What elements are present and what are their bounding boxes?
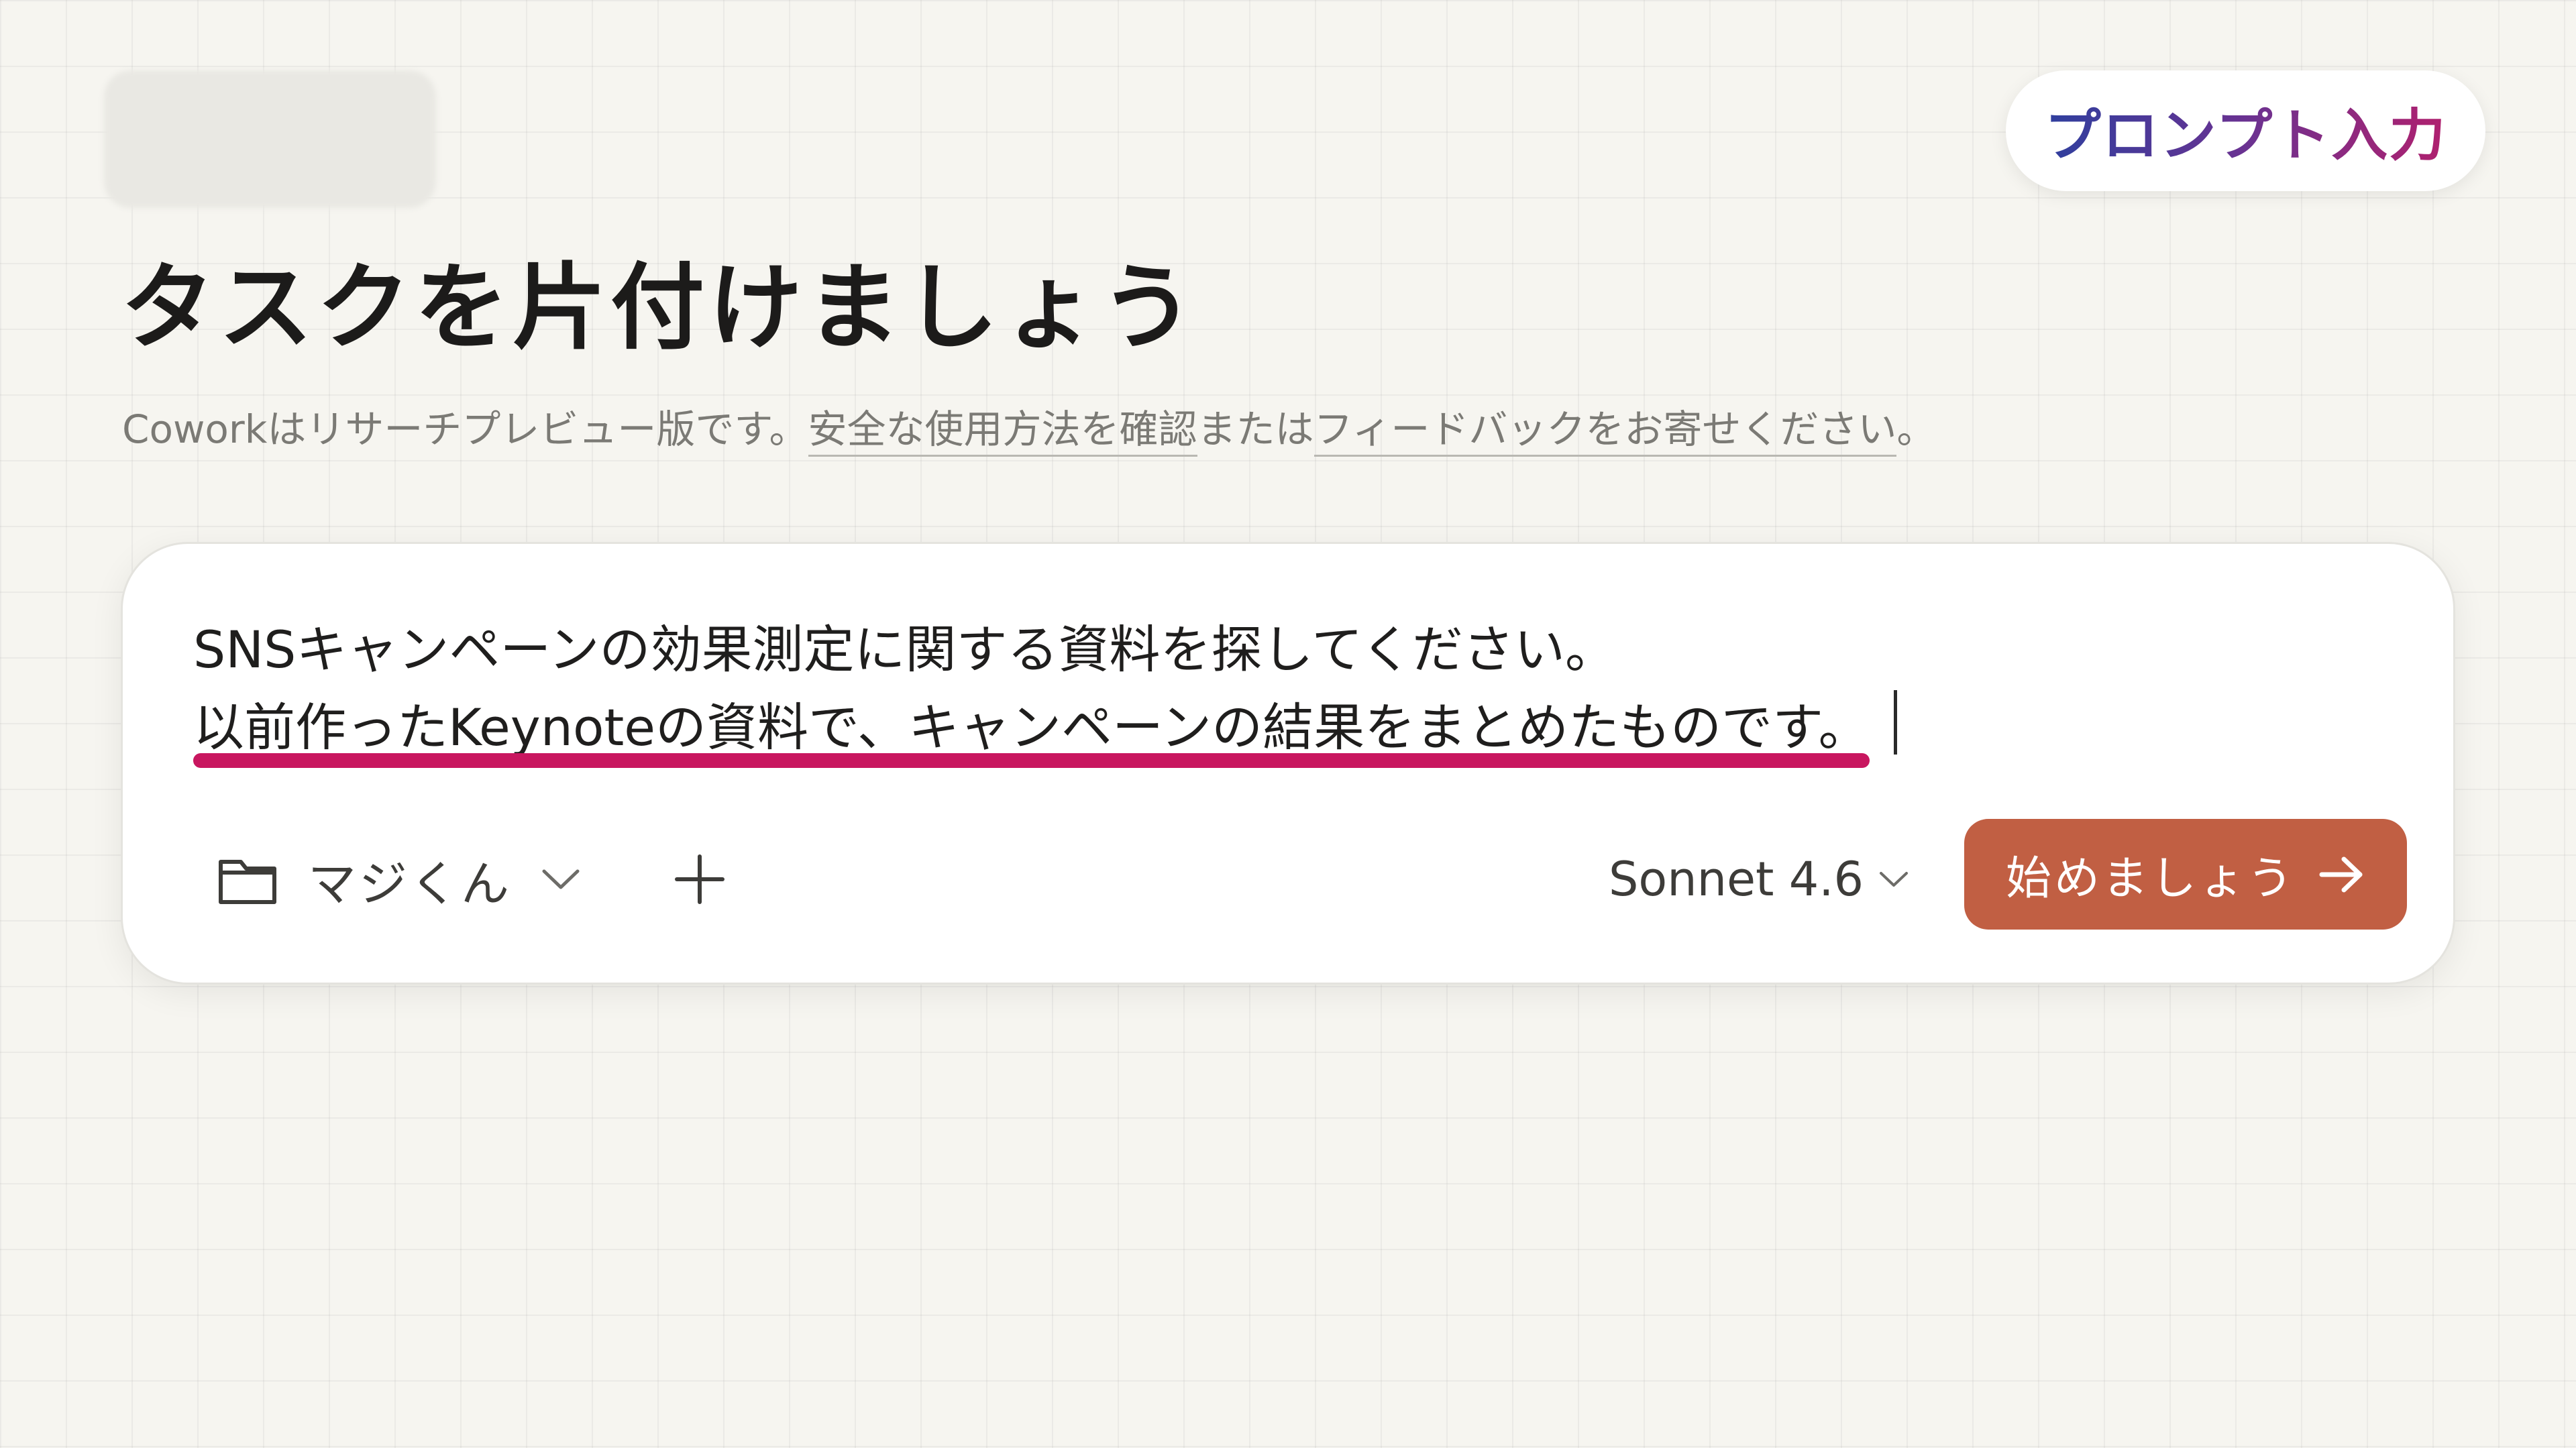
arrow-right-icon	[2318, 854, 2365, 895]
prompt-text-area[interactable]: SNSキャンペーンの効果測定に関する資料を探してください。 以前作ったKeyno…	[193, 611, 1897, 768]
chevron-down-icon	[1878, 870, 1909, 889]
safety-link[interactable]: 安全な使用方法を確認	[808, 406, 1197, 457]
subtitle-prefix: Coworkはリサーチプレビュー版です。	[122, 406, 808, 452]
prompt-composer: SNSキャンペーンの効果測定に関する資料を探してください。 以前作ったKeyno…	[121, 542, 2455, 985]
prompt-input-badge-label: プロンプト入力	[2045, 91, 2447, 172]
blurred-logo	[104, 70, 436, 208]
folder-selector[interactable]: マジくん	[217, 839, 580, 920]
prompt-text-line-1: SNSキャンペーンの効果測定に関する資料を探してください。	[193, 620, 1616, 679]
folder-label: マジくん	[308, 855, 513, 912]
prompt-text-line-2: 以前作ったKeynoteの資料で、キャンペーンの結果をまとめたものです。	[193, 689, 1870, 768]
subtitle-middle: または	[1197, 406, 1314, 452]
prompt-text-line-2-row: 以前作ったKeynoteの資料で、キャンペーンの結果をまとめたものです。	[193, 689, 1897, 768]
model-label: Sonnet 4.6	[1609, 852, 1864, 907]
prompt-input-badge: プロンプト入力	[2006, 70, 2485, 191]
folder-icon	[217, 852, 278, 906]
start-button[interactable]: 始めましょう	[1964, 819, 2407, 930]
text-cursor	[1893, 690, 1897, 755]
subtitle-suffix: 。	[1896, 406, 1936, 452]
start-button-label: 始めましょう	[2005, 852, 2296, 905]
add-button[interactable]	[659, 839, 740, 920]
model-selector[interactable]: Sonnet 4.6	[1609, 839, 1909, 920]
feedback-link[interactable]: フィードバックをお寄せください	[1313, 406, 1897, 457]
chevron-down-icon	[541, 867, 580, 891]
page-title: タスクを片付けましょう	[121, 254, 1199, 363]
page-subtitle: Coworkはリサーチプレビュー版です。安全な使用方法を確認またはフィードバック…	[122, 401, 1935, 457]
plus-icon	[674, 854, 725, 905]
